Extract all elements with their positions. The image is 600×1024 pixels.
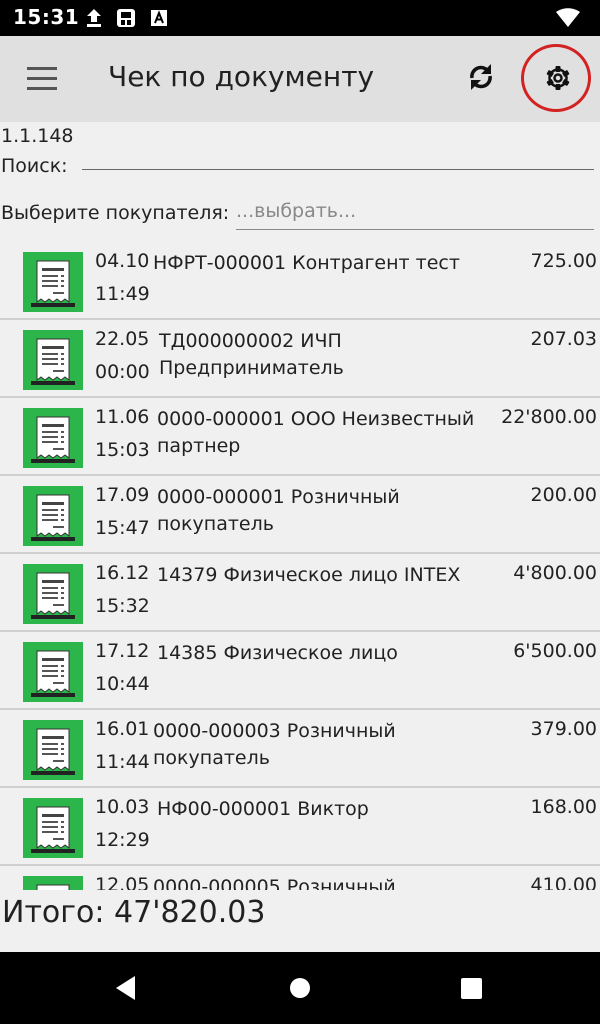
receipt-icon bbox=[23, 876, 83, 890]
document-amount: 6'500.00 bbox=[513, 640, 597, 662]
document-amount: 168.00 bbox=[530, 796, 597, 818]
app-bar: Чек по документу bbox=[0, 36, 600, 122]
document-amount: 22'800.00 bbox=[501, 406, 597, 428]
document-date: 12.05 bbox=[95, 874, 150, 890]
receipt-icon bbox=[23, 642, 83, 702]
total-label: Итого: 47'820.03 bbox=[2, 895, 266, 930]
document-description: НФ00-000001 Виктор bbox=[157, 798, 369, 820]
document-time: 15:03 bbox=[95, 439, 150, 461]
document-amount: 200.00 bbox=[530, 484, 597, 506]
document-description: 0000-000003 Розничный покупатель bbox=[153, 720, 396, 769]
document-date: 16.01 bbox=[95, 718, 150, 740]
receipt-icon bbox=[23, 564, 83, 624]
document-description: НФРТ-000001 Контрагент тест bbox=[153, 252, 460, 274]
home-icon[interactable] bbox=[290, 978, 310, 998]
status-time: 15:31 bbox=[13, 5, 80, 29]
font-icon bbox=[151, 10, 167, 26]
buyer-label: Выберите покупателя: bbox=[1, 202, 230, 224]
document-description: ТД000000002 ИЧП Предприниматель bbox=[159, 330, 344, 379]
document-row[interactable]: 16.12 15:32 14379 Физическое лицо INTEX 4'8… bbox=[0, 554, 600, 632]
document-time: 11:49 bbox=[95, 283, 150, 305]
receipt-icon bbox=[23, 486, 83, 546]
document-row[interactable]: 17.09 15:47 0000-000001 Розничный покупате… bbox=[0, 476, 600, 554]
gear-highlight-circle bbox=[521, 44, 591, 112]
document-description: 0000-000001 Розничный покупатель bbox=[157, 486, 400, 535]
receipt-icon bbox=[23, 798, 83, 858]
document-date: 10.03 bbox=[95, 796, 150, 818]
document-time: 15:47 bbox=[95, 517, 150, 539]
document-date: 11.06 bbox=[95, 406, 150, 428]
document-time: 00:00 bbox=[95, 361, 150, 383]
page-title: Чек по документу bbox=[108, 60, 375, 93]
save-icon bbox=[117, 9, 135, 27]
receipt-icon bbox=[23, 720, 83, 780]
document-date: 17.12 bbox=[95, 640, 150, 662]
document-row[interactable]: 17.12 10:44 14385 Физическое лицо 6'500.00 bbox=[0, 632, 600, 710]
document-row[interactable]: 22.05 00:00 ТД000000002 ИЧП Предпринимател… bbox=[0, 320, 600, 398]
search-input[interactable] bbox=[82, 152, 594, 170]
document-date: 16.12 bbox=[95, 562, 150, 584]
version-label: 1.1.148 bbox=[1, 125, 74, 147]
menu-icon[interactable] bbox=[27, 67, 57, 91]
recents-icon[interactable] bbox=[461, 978, 482, 999]
status-bar: 15:31 bbox=[0, 0, 600, 36]
document-row[interactable]: 11.06 15:03 0000-000001 ООО Неизвестный па… bbox=[0, 398, 600, 476]
upload-icon bbox=[87, 9, 101, 27]
document-description: 0000-000001 ООО Неизвестный партнер bbox=[157, 408, 475, 457]
receipt-icon bbox=[23, 252, 83, 312]
nav-bar bbox=[0, 952, 600, 1024]
sync-icon[interactable] bbox=[464, 60, 498, 94]
document-row[interactable]: 16.01 11:44 0000-000003 Розничный покупате… bbox=[0, 710, 600, 788]
document-description: 14379 Физическое лицо INTEX bbox=[157, 564, 461, 586]
document-date: 04.10 bbox=[95, 250, 150, 272]
document-amount: 379.00 bbox=[530, 718, 597, 740]
receipt-icon bbox=[23, 408, 83, 468]
document-description: 14385 Физическое лицо bbox=[157, 642, 398, 664]
document-amount: 4'800.00 bbox=[513, 562, 597, 584]
document-date: 17.09 bbox=[95, 484, 150, 506]
search-label: Поиск: bbox=[1, 155, 68, 177]
document-row[interactable]: 04.10 11:49 НФРТ-000001 Контрагент тест 725… bbox=[0, 242, 600, 320]
wifi-icon bbox=[556, 8, 580, 27]
document-amount: 410.00 bbox=[530, 874, 597, 890]
document-time: 15:32 bbox=[95, 595, 150, 617]
back-icon[interactable] bbox=[116, 976, 136, 1000]
buyer-select[interactable]: ...выбрать... bbox=[236, 200, 594, 230]
document-date: 22.05 bbox=[95, 328, 150, 350]
document-amount: 207.03 bbox=[530, 328, 597, 350]
document-row[interactable]: 10.03 12:29 НФ00-000001 Виктор 168.00 bbox=[0, 788, 600, 866]
receipt-icon bbox=[23, 330, 83, 390]
document-description: 0000-000005 Розничный bbox=[153, 876, 396, 890]
document-time: 12:29 bbox=[95, 829, 150, 851]
document-row[interactable]: 12.05 0000-000005 Розничный 410.00 bbox=[0, 866, 600, 890]
document-time: 10:44 bbox=[95, 673, 150, 695]
document-list: 04.10 11:49 НФРТ-000001 Контрагент тест 725… bbox=[0, 242, 600, 890]
content: 1.1.148 Поиск: Выберите покупателя: ...в… bbox=[0, 122, 600, 952]
document-amount: 725.00 bbox=[530, 250, 597, 272]
document-time: 11:44 bbox=[95, 751, 150, 773]
